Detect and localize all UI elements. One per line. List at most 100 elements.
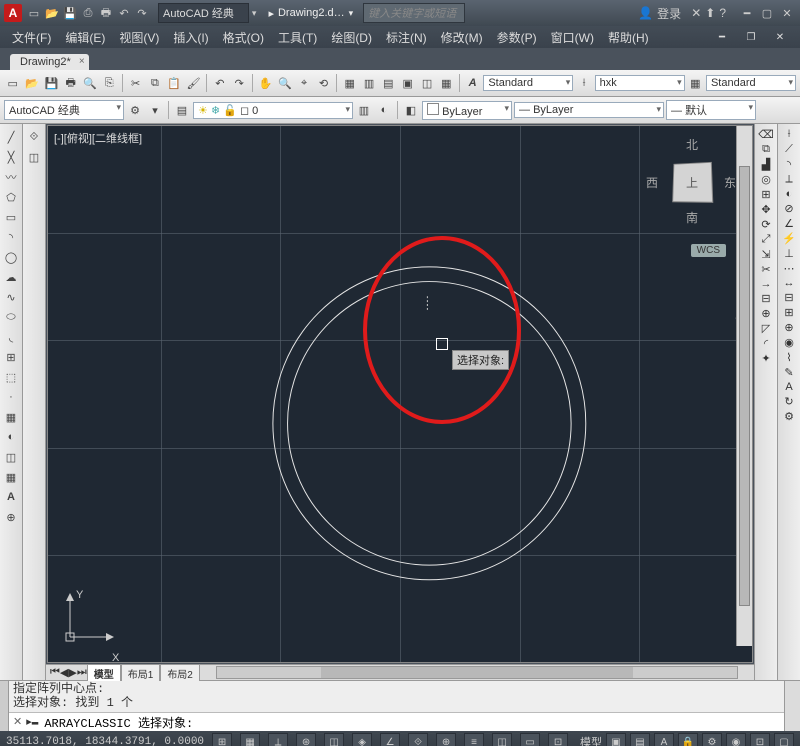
plot-icon[interactable]: 🖶: [62, 74, 79, 92]
redo-icon[interactable]: ↷: [231, 74, 248, 92]
linetype-selector[interactable]: — ByLayer: [514, 102, 664, 118]
status-extra2-icon[interactable]: ▤: [630, 733, 650, 746]
help-search-box[interactable]: 键入关键字或短语: [363, 3, 465, 23]
new-icon[interactable]: ▭: [4, 74, 21, 92]
gradient-icon[interactable]: ◐: [2, 428, 20, 446]
qat-save-icon[interactable]: 💾: [62, 5, 78, 21]
qat-new-icon[interactable]: ▭: [26, 5, 42, 21]
point-icon[interactable]: ·: [2, 388, 20, 406]
zoom-icon[interactable]: 🔍: [276, 74, 293, 92]
xline-icon[interactable]: ╳: [2, 148, 20, 166]
command-close-icon[interactable]: ✕: [13, 715, 22, 729]
make-block-icon[interactable]: ⬚: [2, 368, 20, 386]
dim-break-icon[interactable]: ⊟: [784, 291, 793, 304]
properties-icon[interactable]: ▦: [341, 74, 358, 92]
layout-nav-prev-icon[interactable]: ◀: [60, 666, 68, 679]
mdi-restore-button[interactable]: ❐: [737, 30, 765, 45]
cut-icon[interactable]: ✂: [127, 74, 144, 92]
qat-plot-icon[interactable]: 🖶: [98, 5, 114, 21]
chamfer-icon[interactable]: ◸: [762, 322, 770, 335]
insert-block-icon[interactable]: ⊞: [2, 348, 20, 366]
save-icon[interactable]: 💾: [43, 74, 60, 92]
annoscale-icon[interactable]: A: [654, 733, 674, 746]
workspace-dropdown-icon[interactable]: ▾: [252, 8, 257, 19]
dim-linear-icon[interactable]: ⟊: [788, 128, 791, 141]
menu-insert[interactable]: 插入(I): [167, 27, 214, 48]
grid-toggle[interactable]: ▦: [240, 733, 260, 746]
undo-icon[interactable]: ↶: [211, 74, 228, 92]
layerprev-icon[interactable]: ◐: [375, 101, 393, 119]
signin-icon[interactable]: 👤: [638, 6, 653, 20]
status-extra1-icon[interactable]: ▣: [606, 733, 626, 746]
mirror-icon[interactable]: ▟: [762, 158, 770, 171]
dim-space-icon[interactable]: ↔: [784, 277, 795, 289]
qat-open-icon[interactable]: 📂: [44, 5, 60, 21]
document-tab[interactable]: Drawing2*: [10, 54, 89, 70]
zoomwin-icon[interactable]: ⌖: [295, 74, 312, 92]
dim-continue-icon[interactable]: ⋯: [784, 262, 795, 275]
menu-window[interactable]: 窗口(W): [545, 27, 600, 48]
dim-tedit-icon[interactable]: A: [785, 381, 792, 393]
dim-update-icon[interactable]: ↻: [784, 395, 793, 408]
tablestyle-selector[interactable]: Standard: [706, 75, 796, 91]
dim-angular-icon[interactable]: ∠: [784, 217, 794, 230]
menu-help[interactable]: 帮助(H): [602, 27, 655, 48]
polygon-icon[interactable]: ⬠: [2, 188, 20, 206]
a360-icon[interactable]: ⬆: [705, 6, 715, 20]
color-selector[interactable]: ByLayer: [422, 101, 512, 120]
textstyle-selector[interactable]: Standard: [483, 75, 573, 91]
publish-icon[interactable]: ⎘: [101, 74, 118, 92]
layout-nav-next-icon[interactable]: ▶: [68, 666, 76, 679]
extend-icon[interactable]: →: [761, 278, 772, 290]
copy2-icon[interactable]: ⧉: [762, 143, 770, 156]
dim-diameter-icon[interactable]: ⊘: [784, 202, 793, 215]
circle-icon[interactable]: ◯: [2, 248, 20, 266]
mdi-close-button[interactable]: ✕: [766, 30, 794, 45]
calc-icon[interactable]: ▦: [438, 74, 455, 92]
trim-icon[interactable]: ✂: [761, 263, 770, 276]
dim-aligned-icon[interactable]: ⟋: [785, 143, 793, 156]
arc-icon[interactable]: ◝: [2, 228, 20, 246]
zoomprev-icon[interactable]: ⟲: [315, 74, 332, 92]
workspace-expand-icon[interactable]: ▾: [146, 101, 164, 119]
menu-edit[interactable]: 编辑(E): [59, 27, 111, 48]
pan-icon[interactable]: ✋: [257, 74, 274, 92]
dimstyle-icon[interactable]: ⟊: [575, 74, 592, 92]
signin-label[interactable]: 登录: [657, 5, 681, 22]
rectangle-icon[interactable]: ▭: [2, 208, 20, 226]
layout-nav-first-icon[interactable]: ⏮: [50, 666, 60, 679]
overflow-icon[interactable]: ▸: [268, 7, 274, 20]
osnap-toggle[interactable]: ◫: [324, 733, 344, 746]
menu-file[interactable]: 文件(F): [6, 27, 57, 48]
open-icon[interactable]: 📂: [23, 74, 40, 92]
workspace-selector-2[interactable]: AutoCAD 经典: [4, 100, 124, 120]
addselected-icon[interactable]: ⊕: [2, 508, 20, 526]
dim-edit-icon[interactable]: ✎: [784, 366, 793, 379]
app-logo[interactable]: A: [4, 4, 22, 22]
layout-nav-last-icon[interactable]: ⏭: [77, 666, 87, 679]
region-icon[interactable]: ◫: [2, 448, 20, 466]
help-icon[interactable]: ?: [719, 6, 726, 20]
matchprop-icon[interactable]: 🖌: [185, 74, 202, 92]
menu-modify[interactable]: 修改(M): [435, 27, 489, 48]
ortho-toggle[interactable]: ⟂: [268, 733, 288, 746]
table-icon[interactable]: ▦: [2, 468, 20, 486]
menu-format[interactable]: 格式(O): [217, 27, 270, 48]
otrack-toggle[interactable]: ∠: [380, 733, 400, 746]
hatch-icon[interactable]: ▦: [2, 408, 20, 426]
sc-toggle[interactable]: ⊡: [548, 733, 568, 746]
coordinate-readout[interactable]: 35113.7018, 18344.3791, 0.0000: [6, 736, 204, 746]
ducs-toggle[interactable]: ⟐: [408, 733, 428, 746]
dyn-toggle[interactable]: ⊕: [436, 733, 456, 746]
polar-toggle[interactable]: ⊛: [296, 733, 316, 746]
cleanscreen-icon[interactable]: ▢: [774, 733, 794, 746]
copy-icon[interactable]: ⧉: [146, 74, 163, 92]
annoscale-lock-icon[interactable]: 🔒: [678, 733, 698, 746]
doc-dropdown-icon[interactable]: ▾: [349, 8, 354, 19]
menu-parametric[interactable]: 参数(P): [491, 27, 543, 48]
extra-tool-2-icon[interactable]: ◫: [25, 148, 43, 166]
line-icon[interactable]: ╱: [2, 128, 20, 146]
menu-dimension[interactable]: 标注(N): [380, 27, 433, 48]
qat-redo-icon[interactable]: ↷: [134, 5, 150, 21]
qat-saveas-icon[interactable]: ⎙: [80, 5, 96, 21]
